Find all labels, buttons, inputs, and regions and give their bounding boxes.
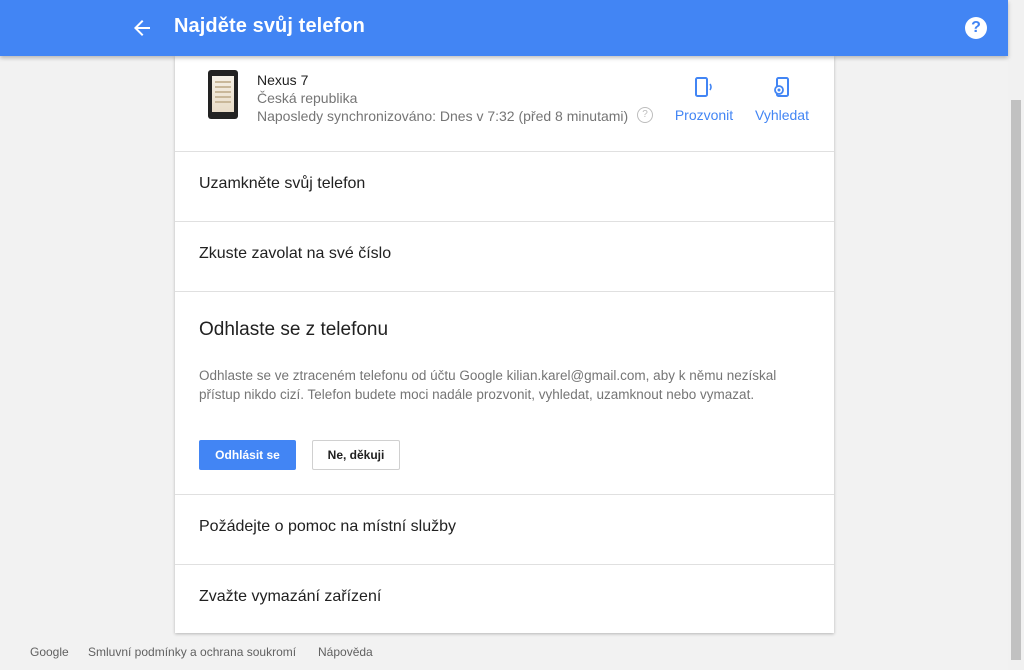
- ring-label: Prozvonit: [674, 107, 734, 123]
- signout-title: Odhlaste se z telefonu: [199, 319, 389, 340]
- call-number-row[interactable]: Zkuste zavolat na své číslo: [175, 222, 834, 292]
- device-image: [208, 70, 238, 119]
- page-title: Najděte svůj telefon: [174, 15, 365, 37]
- lock-phone-title: Uzamkněte svůj telefon: [199, 175, 366, 192]
- signout-description: Odhlaste se ve ztraceném telefonu od účt…: [199, 368, 777, 402]
- app-bar: Najděte svůj telefon ?: [0, 0, 1008, 56]
- locate-label: Vyhledat: [755, 107, 809, 123]
- main-card: Nexus 7 Česká republika Naposledy synchr…: [175, 56, 834, 633]
- erase-device-title: Zvažte vymazání zařízení: [199, 588, 382, 605]
- footer-help-link[interactable]: Nápověda: [318, 645, 373, 659]
- erase-device-row[interactable]: Zvažte vymazání zařízení: [175, 565, 834, 633]
- last-sync-text: Naposledy synchronizováno: Dnes v 7:32 (…: [257, 108, 629, 124]
- footer-google-link[interactable]: Google: [30, 645, 69, 659]
- info-icon[interactable]: ?: [637, 107, 653, 123]
- scrollbar-thumb[interactable]: [1011, 100, 1021, 660]
- local-help-title: Požádejte o pomoc na místní služby: [199, 518, 457, 535]
- decline-button[interactable]: Ne, děkuji: [312, 440, 400, 470]
- device-country: Česká republika: [257, 90, 358, 106]
- locate-button[interactable]: Vyhledat: [750, 76, 814, 123]
- call-number-title: Zkuste zavolat na své číslo: [199, 245, 392, 262]
- ring-phone-icon: [693, 77, 715, 101]
- device-summary: Nexus 7 Česká republika Naposledy synchr…: [175, 56, 834, 152]
- local-help-row[interactable]: Požádejte o pomoc na místní služby: [175, 495, 834, 565]
- device-name: Nexus 7: [257, 72, 309, 88]
- locate-phone-icon: [771, 77, 793, 101]
- back-arrow-icon[interactable]: [130, 16, 154, 40]
- signout-button[interactable]: Odhlásit se: [199, 440, 296, 470]
- ring-button[interactable]: Prozvonit: [672, 76, 736, 123]
- help-icon[interactable]: ?: [965, 17, 987, 39]
- footer-terms-link[interactable]: Smluvní podmínky a ochrana soukromí: [88, 645, 296, 659]
- lock-phone-row[interactable]: Uzamkněte svůj telefon: [175, 152, 834, 222]
- signout-section: Odhlaste se z telefonu Odhlaste se ve zt…: [175, 292, 834, 495]
